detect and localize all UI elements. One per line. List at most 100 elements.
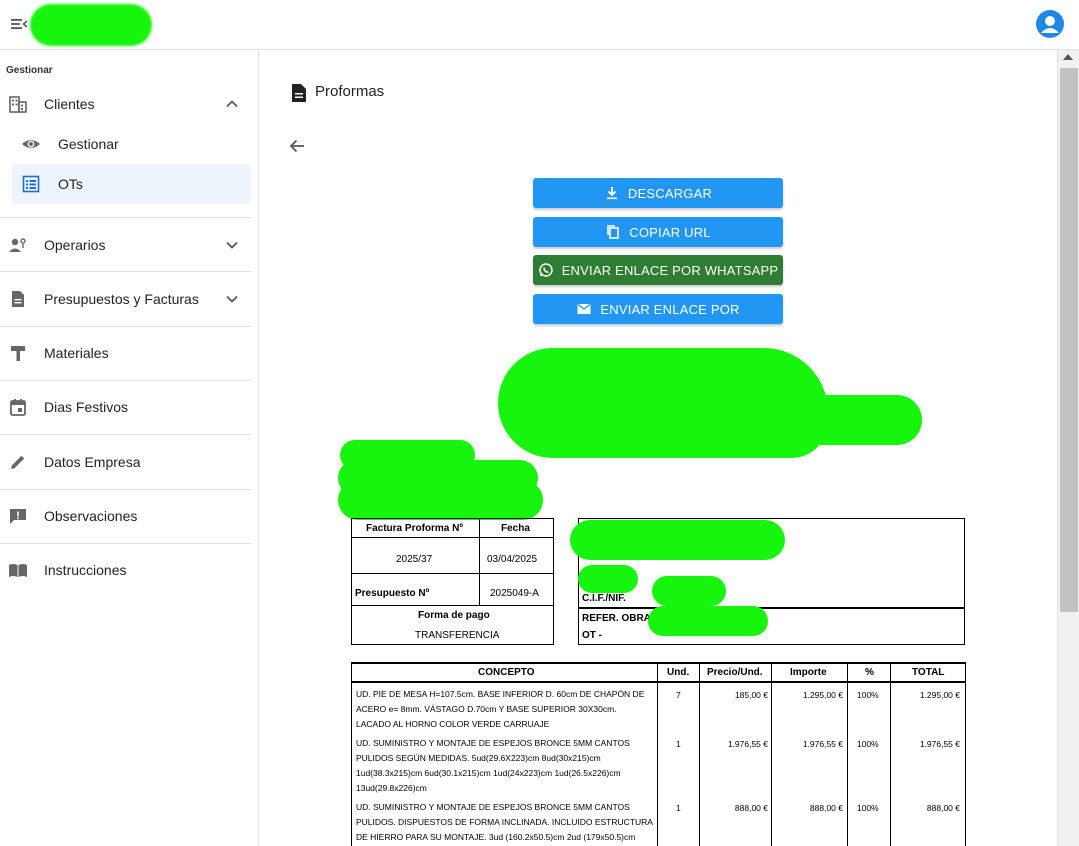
budget-number: 2025049-A [490,588,539,599]
sidebar-item-presupuestos[interactable]: Presupuestos y Facturas [0,280,251,318]
row-concepto: UD. SUMINISTRO Y MONTAJE DE ESPEJOS BRON… [356,736,654,796]
divider [351,605,554,606]
concepto-line: LACADO AL HORNO COLOR VERDE CARRUAJE [356,719,550,729]
row-precio: 185,00 € [734,690,768,700]
hammer-icon [8,343,28,363]
concepto-line: UD. PIE DE MESA H=107.5cm. BASE INFERIOR… [356,689,645,699]
sidebar-item-label: OTs [58,176,83,192]
divider [351,662,965,664]
concepto-line: UD. SUMINISTRO Y MONTAJE DE ESPEJOS BRON… [356,802,630,812]
column-header: Precio/Und. [707,667,763,678]
sidebar-item-label: Instrucciones [44,562,127,578]
sidebar-item-observaciones[interactable]: Observaciones [0,497,251,535]
divider [351,662,352,846]
sidebar-item-label: Presupuestos y Facturas [44,291,199,307]
divider [847,662,848,846]
sidebar-item-label: Operarios [44,237,106,253]
redacted-area [570,520,785,560]
concepto-line: PULIDOS SEGÚN MEDIDAS. 5ud(29.6X223)cm 8… [356,753,601,763]
concepto-line: ACERO e= 8mm. VÁSTAGO D.70cm Y BASE SUPE… [356,704,617,714]
row-precio: 888,00 € [734,803,768,813]
divider [0,271,251,272]
invoice-number-label: Factura Proforma Nº [366,523,464,534]
sidebar-item-label: Materiales [44,345,109,361]
payment-method: TRANSFERENCIA [415,630,500,641]
divider [890,662,891,846]
row-precio: 1.976,55 € [727,739,768,749]
sidebar-item-operarios[interactable]: Operarios [0,226,251,264]
row-concepto: UD. PIE DE MESA H=107.5cm. BASE INFERIOR… [356,687,654,732]
list-icon [21,174,41,194]
row-und: 1 [676,739,681,749]
sidebar-item-datos-empresa[interactable]: Datos Empresa [0,443,251,481]
sidebar: Gestionar Clientes Gestionar OTs Operari… [0,50,259,846]
invoice-number: 2025/37 [396,554,433,565]
sidebar-item-label: Observaciones [44,508,138,524]
row-und: 7 [676,690,681,700]
column-header: CONCEPTO [478,667,535,678]
row-total: 1.976,55 € [919,739,960,749]
workers-icon [8,235,28,255]
column-header: Und. [667,667,690,678]
sidebar-subitem-gestionar[interactable]: Gestionar [12,124,251,164]
divider [0,380,251,381]
column-header: % [865,667,874,678]
top-app-bar [0,0,1079,50]
divider [351,573,554,574]
divider [657,662,658,846]
row-concepto: UD. SUMINISTRO Y MONTAJE DE ESPEJOS BRON… [356,800,654,845]
column-header: TOTAL [912,667,945,678]
main-content: Proformas DESCARGAR COPIAR URL ENVIAR EN… [260,50,1057,846]
row-importe: 1.295,00 € [802,690,843,700]
divider [479,518,480,605]
sidebar-section-title: Gestionar [6,65,53,76]
sidebar-item-instrucciones[interactable]: Instrucciones [0,551,251,589]
book-icon [8,560,28,580]
row-total: 1.295,00 € [919,690,960,700]
sidebar-item-materiales[interactable]: Materiales [0,334,251,372]
divider [0,326,251,327]
sidebar-subitem-ots[interactable]: OTs [12,164,251,204]
pencil-icon [8,452,28,472]
budget-label: Presupuesto Nº [355,588,430,599]
ot-label: OT - [582,630,602,641]
sidebar-item-clientes[interactable]: Clientes [0,85,251,123]
logo-redacted [30,4,152,46]
concepto-line: DE HIERRO PARA SU MONTAJE. 3ud (160.2x50… [356,832,636,842]
sidebar-item-dias-festivos[interactable]: Dias Festivos [0,388,251,426]
divider [0,489,251,490]
menu-open-icon[interactable] [10,15,28,33]
sidebar-item-label: Clientes [44,96,95,112]
payment-label: Forma de pago [418,610,490,621]
concepto-line: 13ud(29.8x226)cm [356,783,427,793]
concepto-line: PULIDOS. DISPUESTOS DE FORMA INCLINADA. … [356,817,653,827]
divider [0,434,251,435]
scrollbar[interactable] [1057,50,1079,846]
chevron-down-icon [225,238,239,252]
eye-icon [21,134,41,154]
divider [965,662,966,846]
divider [578,607,965,609]
divider [351,681,965,683]
invoice-document: Factura Proforma Nº Fecha 2025/37 03/04/… [260,50,1057,846]
sidebar-item-label: Datos Empresa [44,454,141,470]
redacted-area [578,565,638,593]
document-icon [8,289,28,309]
chevron-down-icon [225,292,239,306]
alert-icon [8,506,28,526]
redacted-area [648,606,768,636]
scroll-up-arrow[interactable] [1063,54,1073,60]
calendar-icon [8,397,28,417]
row-importe: 888,00 € [809,803,843,813]
row-pct: 100% [857,739,879,749]
row-importe: 1.976,55 € [802,739,843,749]
row-und: 1 [676,803,681,813]
scrollbar-thumb[interactable] [1060,68,1078,612]
divider [771,662,772,846]
row-pct: 100% [857,690,879,700]
divider [0,543,251,544]
divider [699,662,700,846]
sidebar-item-label: Dias Festivos [44,399,129,415]
account-icon[interactable] [1036,10,1064,38]
invoice-date: 03/04/2025 [487,554,538,565]
